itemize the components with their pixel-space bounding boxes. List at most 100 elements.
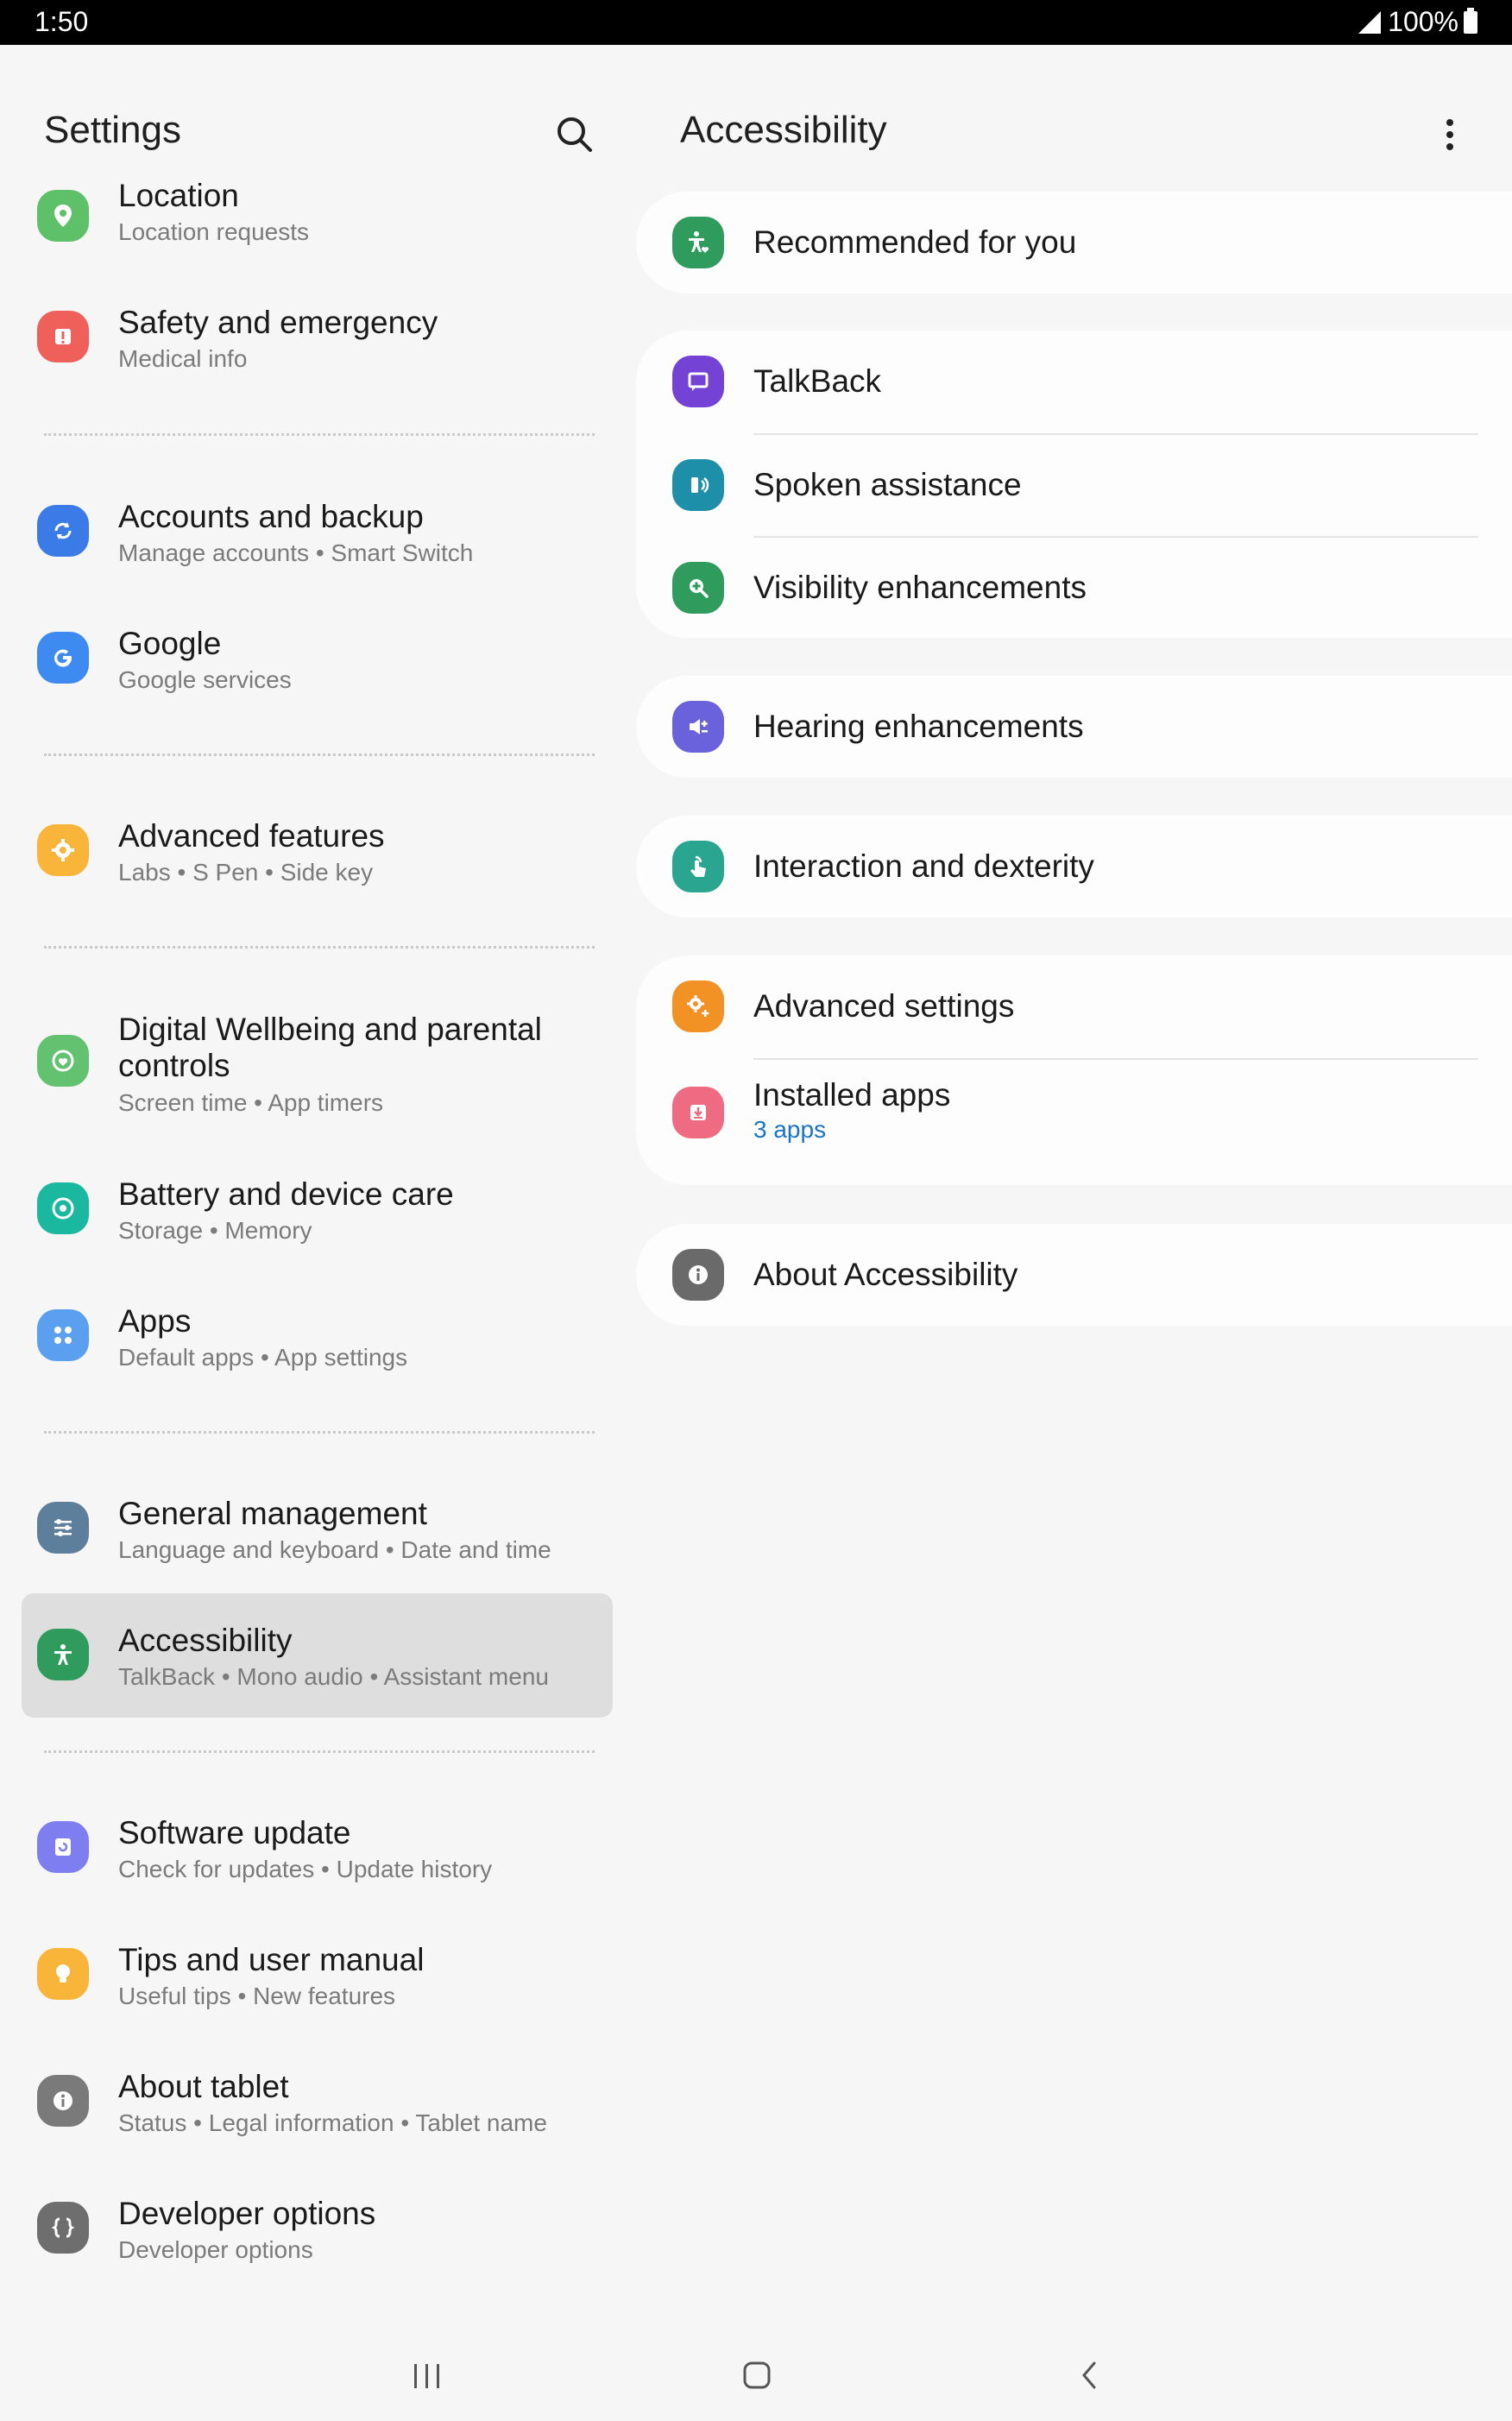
battery-percent: 100%: [1388, 6, 1458, 37]
row-visibility-enhancements[interactable]: Visibility enhancements: [636, 537, 1512, 639]
home-button[interactable]: [713, 2330, 799, 2417]
row-title: Advanced settings: [753, 988, 1015, 1024]
settings-item-apps[interactable]: Apps Default apps • App settings: [0, 1296, 613, 1391]
talkback-icon: [672, 356, 724, 407]
detail-title: Accessibility: [680, 109, 887, 151]
item-title: Advanced features: [118, 818, 385, 854]
item-title-line2: controls: [118, 1048, 230, 1083]
section-divider: [44, 753, 595, 756]
page-title: Settings: [44, 109, 181, 151]
item-subtitle: Storage • Memory: [118, 1217, 312, 1244]
item-title: Accessibility: [118, 1623, 293, 1658]
accessibility-icon: [37, 1629, 89, 1680]
settings-item-advanced-features[interactable]: Advanced features Labs • S Pen • Side ke…: [0, 811, 613, 906]
row-interaction-dexterity[interactable]: Interaction and dexterity: [636, 816, 1512, 917]
settings-item-software-update[interactable]: Software update Check for updates • Upda…: [0, 1808, 613, 1903]
row-subtitle: 3 apps: [753, 1116, 827, 1143]
row-advanced-settings[interactable]: Advanced settings: [636, 955, 1512, 1057]
row-title: Spoken assistance: [753, 467, 1022, 502]
row-installed-apps[interactable]: Installed apps 3 apps: [636, 1059, 1512, 1185]
settings-item-general-management[interactable]: General management Language and keyboard…: [0, 1489, 613, 1584]
settings-item-accessibility[interactable]: Accessibility TalkBack • Mono audio • As…: [0, 1616, 613, 1711]
settings-item-developer-options[interactable]: Developer options Developer options: [0, 2189, 613, 2284]
row-title: About Accessibility: [753, 1257, 1018, 1292]
settings-item-location[interactable]: Location Location requests: [0, 177, 613, 263]
row-talkback[interactable]: TalkBack: [636, 331, 1512, 432]
section-divider: [44, 1750, 595, 1753]
settings-item-google[interactable]: Google Google services: [0, 619, 613, 714]
item-title: Google: [118, 626, 222, 661]
home-icon: [743, 2361, 771, 2389]
more-vertical-icon: [1446, 119, 1453, 150]
item-title: Apps: [118, 1303, 192, 1339]
settings-item-about-tablet[interactable]: About tablet Status • Legal information …: [0, 2062, 613, 2157]
accessibility-heart-icon: [672, 217, 724, 268]
row-title: Recommended for you: [753, 224, 1077, 260]
item-subtitle: Medical info: [118, 345, 248, 372]
more-options-button[interactable]: [1433, 109, 1467, 161]
item-title: General management: [118, 1496, 427, 1531]
navigation-bar: [0, 2330, 1512, 2417]
item-subtitle: Labs • S Pen • Side key: [118, 859, 374, 886]
settings-item-digital-wellbeing[interactable]: Digital Wellbeing and parental controls …: [0, 1006, 613, 1126]
item-title: Location: [118, 178, 239, 213]
spoken-assistance-icon: [672, 459, 724, 511]
status-time: 1:50: [35, 6, 89, 37]
item-subtitle: Screen time • App timers: [118, 1089, 384, 1116]
item-title: About tablet: [118, 2069, 289, 2104]
card-advanced: Advanced settings Installed apps 3 apps: [636, 955, 1512, 1185]
search-button[interactable]: [549, 109, 601, 161]
item-title: Battery and device care: [118, 1176, 454, 1212]
item-subtitle: Status • Legal information • Tablet name: [118, 2109, 547, 2136]
card-about: About Accessibility: [636, 1224, 1512, 1326]
row-recommended-for-you[interactable]: Recommended for you: [636, 192, 1512, 293]
device-care-icon: [37, 1182, 89, 1234]
card-interaction: Interaction and dexterity: [636, 816, 1512, 917]
download-icon: [672, 1087, 724, 1138]
settings-item-accounts[interactable]: Accounts and backup Manage accounts • Sm…: [0, 492, 613, 587]
item-title: Developer options: [118, 2196, 376, 2231]
card-hearing: Hearing enhancements: [636, 676, 1512, 778]
item-subtitle: Check for updates • Update history: [118, 1856, 493, 1882]
item-title: Safety and emergency: [118, 305, 438, 340]
row-hearing-enhancements[interactable]: Hearing enhancements: [636, 676, 1512, 778]
sliders-icon: [37, 1502, 89, 1554]
row-title: TalkBack: [753, 363, 882, 399]
search-icon: [558, 117, 592, 152]
item-subtitle: Default apps • App settings: [118, 1344, 408, 1371]
location-pin-icon: [37, 190, 89, 242]
row-spoken-assistance[interactable]: Spoken assistance: [636, 434, 1512, 536]
item-subtitle: Useful tips • New features: [118, 1983, 396, 2009]
back-icon: [1082, 2361, 1096, 2389]
row-title: Visibility enhancements: [753, 570, 1087, 605]
hearing-icon: [672, 701, 724, 753]
section-divider: [44, 1431, 595, 1434]
settings-item-tips[interactable]: Tips and user manual Useful tips • New f…: [0, 1935, 613, 2030]
row-title: Interaction and dexterity: [753, 848, 1094, 884]
item-title: Accounts and backup: [118, 499, 424, 534]
item-subtitle: Google services: [118, 666, 292, 693]
recents-button[interactable]: [384, 2330, 470, 2417]
info-icon: [672, 1249, 724, 1301]
google-g-icon: [37, 632, 89, 684]
section-divider: [44, 433, 595, 436]
item-subtitle: TalkBack • Mono audio • Assistant menu: [118, 1663, 549, 1690]
apps-grid-icon: [37, 1309, 89, 1361]
item-subtitle: Developer options: [118, 2236, 313, 2263]
back-button[interactable]: [1046, 2330, 1132, 2417]
row-title: Hearing enhancements: [753, 709, 1084, 744]
settings-item-battery[interactable]: Battery and device care Storage • Memory: [0, 1170, 613, 1264]
card-recommended: Recommended for you: [636, 192, 1512, 293]
row-about-accessibility[interactable]: About Accessibility: [636, 1224, 1512, 1326]
software-update-icon: [37, 1821, 89, 1873]
info-icon: [37, 2075, 89, 2127]
item-subtitle: Manage accounts • Smart Switch: [118, 539, 474, 566]
sync-icon: [37, 505, 89, 557]
settings-item-safety[interactable]: Safety and emergency Medical info: [0, 298, 613, 393]
alert-icon: [37, 311, 89, 363]
item-title: Tips and user manual: [118, 1942, 425, 1977]
card-vision-group: TalkBack Spoken assistance Visibility en…: [636, 331, 1512, 638]
braces-icon: [37, 2202, 89, 2254]
magnify-plus-icon: [672, 562, 724, 614]
row-title: Installed apps: [753, 1077, 951, 1113]
